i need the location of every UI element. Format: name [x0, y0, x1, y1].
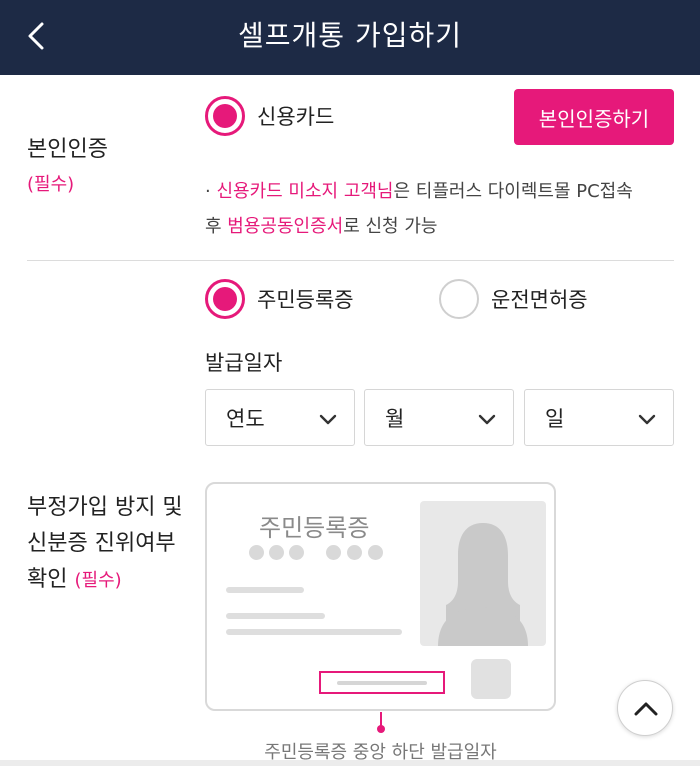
card-line [226, 587, 304, 593]
id-card-title: 주민등록증 [259, 514, 370, 542]
chevron-down-icon [319, 414, 337, 425]
card-dot [326, 545, 341, 560]
year-select-value: 연도 [226, 407, 265, 431]
note-highlight-no-card: 신용카드 미소지 고객님 [216, 181, 394, 202]
issue-date-label: 발급일자 [205, 351, 283, 375]
month-select[interactable]: 월 [364, 389, 514, 446]
radio-driver-license-label: 운전면허증 [491, 288, 588, 312]
year-select[interactable]: 연도 [205, 389, 355, 446]
chevron-down-icon [638, 414, 656, 425]
note-highlight-certificate: 범용공동인증서 [227, 216, 344, 237]
radio-circle [205, 96, 245, 136]
identity-note: · 신용카드 미소지 고객님은 티플러스 다이렉트몰 PC접속 후 범용공동인증… [205, 181, 633, 237]
page-title: 셀프개통 가입하기 [238, 19, 462, 52]
day-select[interactable]: 일 [524, 389, 674, 446]
scroll-top-button[interactable] [617, 680, 673, 736]
app-header: 셀프개통 가입하기 [0, 0, 700, 75]
card-dot [269, 545, 284, 560]
identity-auth-button[interactable]: 본인인증하기 [514, 89, 674, 145]
card-dot [368, 545, 383, 560]
day-select-value: 일 [545, 407, 565, 431]
card-dot [249, 545, 264, 560]
radio-resident-card[interactable]: 주민등록증 [205, 279, 354, 319]
verification-label: 부정가입 방지 및 신분증 진위여부 확인 (필수) [27, 495, 183, 592]
portrait-icon [420, 501, 546, 646]
chevron-down-icon [478, 414, 496, 425]
radio-resident-card-label: 주민등록증 [257, 288, 354, 312]
radio-circle [439, 279, 479, 319]
identity-label: 본인인증 [27, 137, 108, 162]
identity-required-badge: (필수) [27, 174, 75, 195]
radio-credit-card-label: 신용카드 [257, 105, 335, 129]
issue-date-highlight [319, 671, 445, 694]
id-card-illustration: 주민등록증 [205, 482, 556, 711]
radio-driver-license[interactable]: 운전면허증 [439, 279, 588, 319]
card-line [226, 629, 402, 635]
radio-credit-card[interactable]: 신용카드 [205, 96, 334, 136]
card-line [226, 613, 325, 619]
card-dot [289, 545, 304, 560]
verification-required-badge: (필수) [74, 570, 122, 591]
section-divider [27, 260, 674, 261]
chevron-up-icon [634, 702, 658, 716]
bottom-bar [0, 760, 700, 766]
highlight-leader-dot [377, 725, 385, 733]
card-stamp-square [471, 659, 511, 699]
card-dot [347, 545, 362, 560]
month-select-value: 월 [385, 407, 405, 431]
radio-circle [205, 279, 245, 319]
